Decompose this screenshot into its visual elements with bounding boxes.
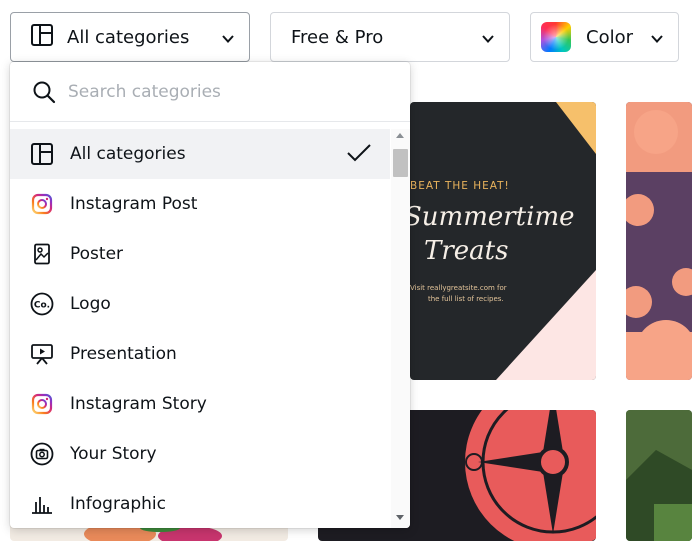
template-card-green[interactable] xyxy=(626,410,692,541)
color-filter-label: Color xyxy=(586,26,633,48)
category-item-label: Instagram Story xyxy=(70,394,207,414)
template-kicker: BEAT THE HEAT! xyxy=(410,180,510,192)
template-card-summertime[interactable]: BEAT THE HEAT! Summertime Treats Visit r… xyxy=(410,102,596,380)
scroll-up-arrow-icon[interactable] xyxy=(396,133,404,138)
category-dropdown-menu: All categories Instagram Post Poster xyxy=(10,62,410,528)
category-item-all-categories[interactable]: All categories xyxy=(10,129,390,179)
rainbow-swatch-icon xyxy=(541,22,571,52)
floral-pattern xyxy=(626,102,692,380)
category-item-your-story[interactable]: Your Story xyxy=(10,429,390,479)
template-small-line1: Visit reallygreatsite.com for xyxy=(410,284,507,292)
presentation-icon xyxy=(30,342,54,366)
category-item-instagram-story[interactable]: Instagram Story xyxy=(10,379,390,429)
color-filter-dropdown[interactable]: Color xyxy=(530,12,679,62)
template-layout-icon xyxy=(31,23,53,51)
category-item-poster[interactable]: Poster xyxy=(10,229,390,279)
category-item-instagram-post[interactable]: Instagram Post xyxy=(10,179,390,229)
template-title-line2: Treats xyxy=(424,236,509,266)
category-item-label: Infographic xyxy=(70,494,167,514)
poster-icon xyxy=(30,242,54,266)
category-item-label: All categories xyxy=(70,144,186,164)
green-pattern xyxy=(626,410,692,541)
category-list-scrollbar[interactable] xyxy=(391,129,410,528)
chevron-down-icon xyxy=(481,30,495,51)
template-title-line1: Summertime xyxy=(410,202,575,232)
instagram-icon xyxy=(30,392,54,416)
category-search-input[interactable] xyxy=(68,76,388,108)
instagram-icon xyxy=(30,192,54,216)
template-layout-icon xyxy=(30,142,54,166)
category-search-row xyxy=(10,62,410,122)
category-item-presentation[interactable]: Presentation xyxy=(10,329,390,379)
infographic-icon xyxy=(30,492,54,516)
category-item-label: Poster xyxy=(70,244,124,264)
category-item-label: Your Story xyxy=(70,444,157,464)
price-filter-dropdown[interactable]: Free & Pro xyxy=(270,12,510,62)
price-filter-label: Free & Pro xyxy=(291,26,384,48)
category-item-infographic[interactable]: Infographic xyxy=(10,479,390,528)
category-filter-label: All categories xyxy=(67,26,190,48)
svg-text:Co.: Co. xyxy=(34,301,50,311)
category-list: All categories Instagram Post Poster Co.… xyxy=(10,129,390,528)
search-icon xyxy=(32,80,56,108)
template-small-line2: the full list of recipes. xyxy=(428,295,504,303)
category-item-logo[interactable]: Co. Logo xyxy=(10,279,390,329)
category-item-label: Logo xyxy=(70,294,111,314)
chevron-down-icon xyxy=(221,30,235,51)
category-item-label: Presentation xyxy=(70,344,177,364)
scrollbar-thumb[interactable] xyxy=(393,149,408,177)
your-story-icon xyxy=(30,442,54,466)
checkmark-icon xyxy=(346,142,372,168)
template-card-floral[interactable] xyxy=(626,102,692,380)
logo-icon: Co. xyxy=(30,292,54,316)
category-filter-dropdown[interactable]: All categories xyxy=(10,12,250,62)
scroll-down-arrow-icon[interactable] xyxy=(396,515,404,520)
category-item-label: Instagram Post xyxy=(70,194,198,214)
chevron-down-icon xyxy=(650,30,664,51)
